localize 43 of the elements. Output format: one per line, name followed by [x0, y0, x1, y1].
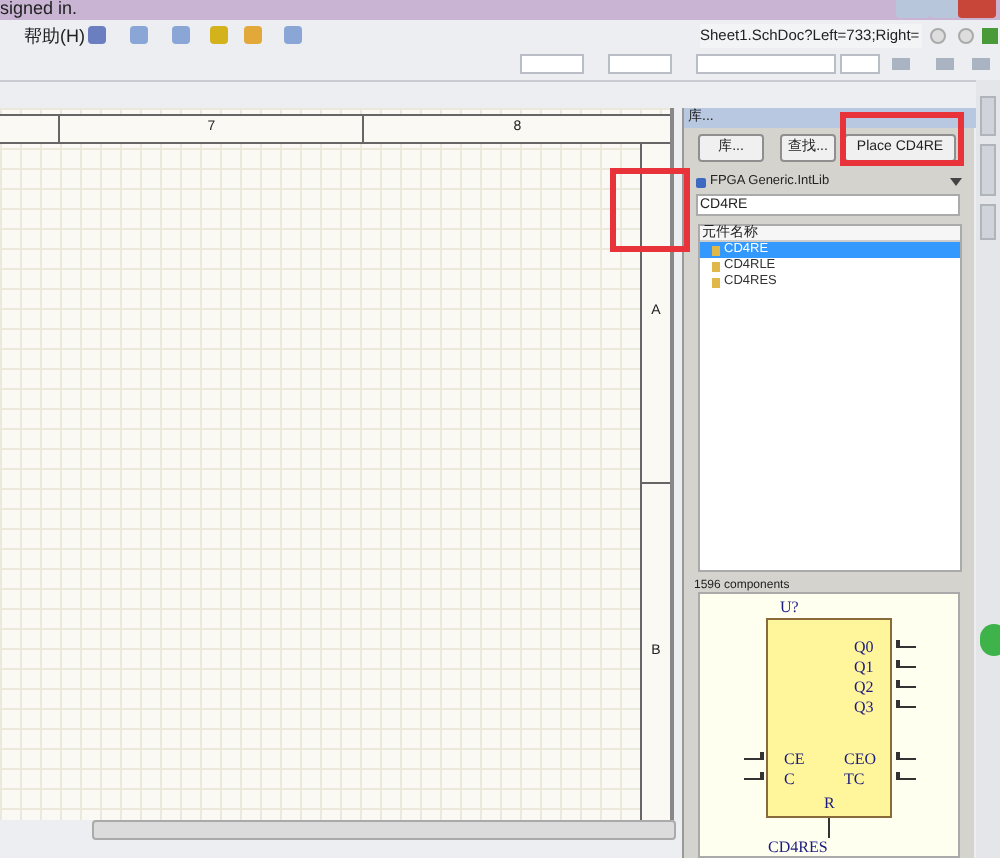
highlight-frame [610, 168, 690, 252]
pin-label: Q3 [854, 698, 874, 716]
pin-label: CE [784, 750, 805, 768]
toolbar-icon[interactable] [284, 26, 302, 44]
menu-item[interactable]: 帮助(H) [24, 24, 85, 48]
dropdown-field[interactable] [520, 54, 584, 74]
pin-icon [744, 772, 764, 780]
floating-badge-icon[interactable] [980, 624, 1000, 656]
maximize-button[interactable] [930, 0, 958, 18]
pin-label: Q1 [854, 658, 874, 676]
pin-icon [896, 700, 916, 708]
pin-label: Q0 [854, 638, 874, 656]
toolbar-icon[interactable] [892, 58, 910, 70]
dropdown-field[interactable] [696, 54, 836, 74]
pin-icon [896, 772, 916, 780]
caret-icon[interactable] [950, 178, 962, 186]
pin-icon [896, 640, 916, 648]
pin-label: C [784, 770, 795, 788]
pin-icon [896, 680, 916, 688]
pin-icon [896, 752, 916, 760]
part-name: CD4RES [768, 838, 828, 856]
toolbar-icon[interactable] [172, 26, 190, 44]
pin-label: CEO [844, 750, 876, 768]
panel-tab[interactable] [980, 204, 996, 240]
panel-tab[interactable] [980, 144, 996, 196]
close-button[interactable] [958, 0, 996, 18]
pin-icon [744, 752, 764, 760]
pin-line [828, 818, 830, 838]
panel-tab[interactable] [980, 96, 996, 136]
status-text: signed in. [0, 0, 78, 20]
toolbar-icon[interactable] [130, 26, 148, 44]
pin-label: Q2 [854, 678, 874, 696]
pin-label: R [824, 794, 835, 812]
highlight-frame [840, 112, 964, 166]
dropdown-field[interactable] [840, 54, 880, 74]
library-icon [696, 177, 706, 187]
pin-icon [896, 660, 916, 668]
dropdown-field[interactable] [608, 54, 672, 74]
pin-label: TC [844, 770, 865, 788]
designator-label: U? [780, 598, 799, 616]
minimize-button[interactable] [896, 0, 930, 18]
toolbar-icon[interactable] [88, 26, 106, 44]
horizontal-scrollbar[interactable] [92, 820, 676, 840]
